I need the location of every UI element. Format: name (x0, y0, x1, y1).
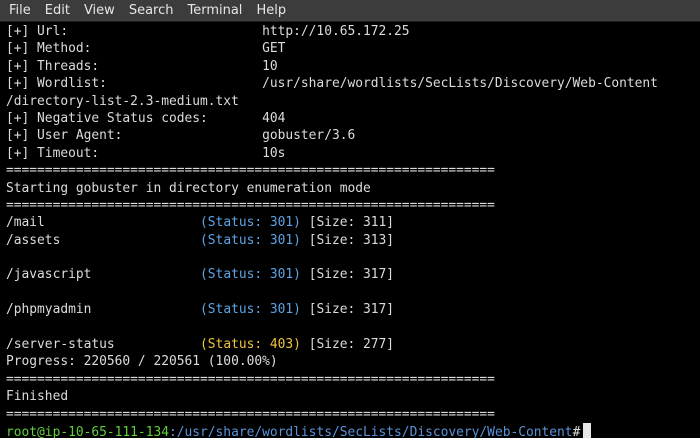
separator: ========================================… (6, 197, 495, 213)
config-threads: [+] Threads: 10 (6, 58, 278, 74)
result-row: /server-status (Status: 403) [Size: 277] (6, 337, 395, 353)
config-negative-status: [+] Negative Status codes: 404 (6, 110, 286, 126)
shell-prompt[interactable]: root@ip-10-65-111-134:/usr/share/wordlis… (6, 422, 700, 438)
menu-edit[interactable]: Edit (38, 3, 77, 18)
config-url: [+] Url: http://10.65.172.25 (6, 24, 410, 39)
menu-file[interactable]: File (0, 3, 38, 18)
result-row: /assets (Status: 301) [Size: 313] (6, 232, 395, 248)
status-code: (Status: 403) (200, 337, 301, 353)
separator: ========================================… (6, 406, 495, 422)
config-wordlist-continuation: /directory-list-2.3-medium.txt (6, 93, 239, 109)
menu-view[interactable]: View (77, 3, 122, 18)
text-cursor (583, 422, 592, 438)
status-code: (Status: 301) (200, 267, 301, 283)
config-user-agent: [+] User Agent: gobuster/3.6 (6, 128, 356, 144)
prompt-user-host: root@ip-10-65-111-134 (6, 424, 169, 438)
status-code: (Status: 301) (200, 302, 301, 318)
finished-message: Finished (6, 389, 69, 405)
status-code: (Status: 301) (200, 232, 301, 248)
status-code: (Status: 301) (200, 215, 301, 231)
prompt-path: :/usr/share/wordlists/SecLists/Discovery… (168, 424, 573, 438)
config-wordlist: [+] Wordlist: /usr/share/wordlists/SecLi… (6, 76, 658, 92)
menu-help[interactable]: Help (249, 3, 293, 18)
start-message: Starting gobuster in directory enumerati… (6, 180, 371, 196)
config-method: [+] Method: GET (6, 41, 286, 57)
prompt-symbol: # (572, 424, 581, 438)
menu-search[interactable]: Search (122, 3, 181, 18)
menu-bar: File Edit View Search Terminal Help (0, 0, 700, 22)
result-row: /mail (Status: 301) [Size: 311] (6, 215, 395, 231)
result-row: /javascript (Status: 301) [Size: 317] (6, 267, 395, 283)
menu-terminal[interactable]: Terminal (180, 3, 249, 18)
separator: ========================================… (6, 163, 495, 179)
terminal-output[interactable]: [+] Url: http://10.65.172.25 [+] Method:… (0, 22, 700, 438)
separator: ========================================… (6, 371, 495, 387)
progress-line: Progress: 220560 / 220561 (100.00%) (6, 354, 278, 370)
result-row: /phpmyadmin (Status: 301) [Size: 317] (6, 302, 395, 318)
config-timeout: [+] Timeout: 10s (6, 145, 286, 161)
